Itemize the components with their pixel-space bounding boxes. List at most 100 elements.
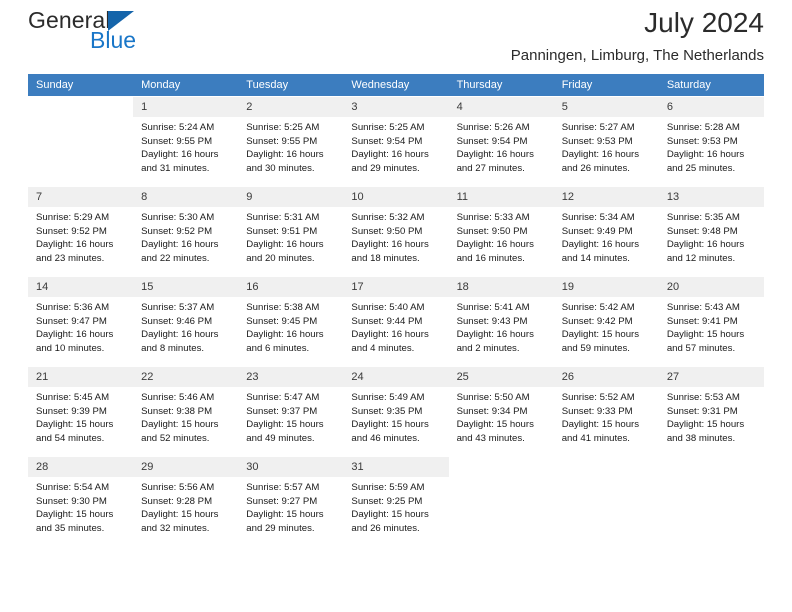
calendar-day-cell[interactable]: 24 Sunrise: 5:49 AM Sunset: 9:35 PM Dayligh… bbox=[343, 366, 449, 456]
calendar-day-cell[interactable]: 17 Sunrise: 5:40 AM Sunset: 9:44 PM Dayligh… bbox=[343, 276, 449, 366]
day-daylight-line: and 16 minutes. bbox=[456, 252, 525, 264]
day-sunrise-line: Sunrise: 5:40 AM bbox=[351, 302, 425, 313]
day-daylight-line: and 46 minutes. bbox=[351, 432, 420, 444]
calendar-day-cell[interactable]: 16 Sunrise: 5:38 AM Sunset: 9:45 PM Dayligh… bbox=[238, 276, 344, 366]
day-number: 12 bbox=[553, 187, 659, 207]
calendar-week-row: 1 Sunrise: 5:24 AM Sunset: 9:55 PM Daylight… bbox=[28, 96, 764, 186]
day-daylight-line: Daylight: 16 hours bbox=[351, 329, 429, 341]
day-daylight-line: Daylight: 16 hours bbox=[36, 239, 114, 251]
day-number: 27 bbox=[658, 367, 764, 387]
day-daylight-line: and 10 minutes. bbox=[36, 342, 105, 354]
day-sunset-line: Sunset: 9:39 PM bbox=[36, 405, 107, 417]
day-daylight-line: Daylight: 16 hours bbox=[561, 149, 640, 161]
day-cell-inner: 9 Sunrise: 5:31 AM Sunset: 9:51 PM Daylight… bbox=[238, 186, 344, 276]
calendar-day-cell[interactable]: 21 Sunrise: 5:45 AM Sunset: 9:39 PM Dayligh… bbox=[28, 366, 134, 456]
day-cell-details: Sunrise: 5:42 AM Sunset: 9:42 PM Daylight:… bbox=[554, 297, 659, 355]
day-daylight-line: Daylight: 15 hours bbox=[246, 419, 324, 431]
day-sunset-line: Sunset: 9:25 PM bbox=[351, 495, 423, 507]
day-number bbox=[449, 457, 554, 477]
calendar-day-cell[interactable]: 20 Sunrise: 5:43 AM Sunset: 9:41 PM Dayligh… bbox=[658, 276, 764, 366]
day-cell-details: Sunrise: 5:30 AM Sunset: 9:52 PM Daylight:… bbox=[133, 207, 238, 265]
day-cell-details: Sunrise: 5:57 AM Sunset: 9:27 PM Daylight:… bbox=[238, 477, 343, 535]
day-daylight-line: Daylight: 16 hours bbox=[351, 239, 429, 251]
calendar-day-cell[interactable]: 22 Sunrise: 5:46 AM Sunset: 9:38 PM Dayligh… bbox=[133, 366, 239, 456]
calendar-cell-empty bbox=[553, 456, 659, 546]
day-cell-details: Sunrise: 5:40 AM Sunset: 9:44 PM Daylight:… bbox=[343, 297, 448, 355]
day-cell-details: Sunrise: 5:24 AM Sunset: 9:55 PM Daylight:… bbox=[133, 117, 238, 175]
brand-logo[interactable]: General Blue bbox=[28, 0, 258, 52]
calendar-day-cell[interactable]: 28 Sunrise: 5:54 AM Sunset: 9:30 PM Dayligh… bbox=[28, 456, 134, 546]
day-number bbox=[554, 457, 659, 477]
day-daylight-line: Daylight: 15 hours bbox=[456, 419, 534, 431]
day-sunset-line: Sunset: 9:51 PM bbox=[246, 225, 318, 237]
day-daylight-line: Daylight: 16 hours bbox=[351, 149, 429, 161]
day-daylight-line: Daylight: 15 hours bbox=[141, 509, 219, 521]
day-cell-inner: 7 Sunrise: 5:29 AM Sunset: 9:52 PM Daylight… bbox=[28, 186, 134, 276]
day-cell-inner: 24 Sunrise: 5:49 AM Sunset: 9:35 PM Dayligh… bbox=[343, 366, 449, 456]
day-daylight-line: and 27 minutes. bbox=[456, 162, 525, 174]
day-daylight-line: Daylight: 15 hours bbox=[351, 509, 429, 521]
day-number: 30 bbox=[238, 457, 344, 477]
day-number: 10 bbox=[343, 187, 449, 207]
calendar-day-cell[interactable]: 29 Sunrise: 5:56 AM Sunset: 9:28 PM Dayligh… bbox=[133, 456, 239, 546]
calendar-day-cell[interactable]: 27 Sunrise: 5:53 AM Sunset: 9:31 PM Dayligh… bbox=[658, 366, 764, 456]
calendar-day-cell[interactable]: 6 Sunrise: 5:28 AM Sunset: 9:53 PM Daylight… bbox=[658, 96, 764, 186]
day-daylight-line: and 2 minutes. bbox=[456, 342, 520, 354]
calendar-day-cell[interactable]: 13 Sunrise: 5:35 AM Sunset: 9:48 PM Dayligh… bbox=[658, 186, 764, 276]
calendar-day-cell[interactable]: 4 Sunrise: 5:26 AM Sunset: 9:54 PM Daylight… bbox=[448, 96, 554, 186]
weekday-header-sunday: Sunday bbox=[28, 74, 134, 96]
weekday-header-tuesday: Tuesday bbox=[238, 74, 344, 96]
day-daylight-line: and 30 minutes. bbox=[246, 162, 315, 174]
day-daylight-line: and 59 minutes. bbox=[561, 342, 630, 354]
calendar-day-cell[interactable]: 31 Sunrise: 5:59 AM Sunset: 9:25 PM Dayligh… bbox=[343, 456, 449, 546]
day-sunrise-line: Sunrise: 5:33 AM bbox=[456, 212, 530, 223]
day-sunrise-line: Sunrise: 5:52 AM bbox=[561, 392, 635, 403]
day-sunset-line: Sunset: 9:54 PM bbox=[351, 135, 423, 147]
day-sunrise-line: Sunrise: 5:32 AM bbox=[351, 212, 425, 223]
day-cell-details: Sunrise: 5:28 AM Sunset: 9:53 PM Daylight:… bbox=[659, 117, 764, 175]
day-cell-details: Sunrise: 5:27 AM Sunset: 9:53 PM Daylight:… bbox=[554, 117, 659, 175]
day-sunrise-line: Sunrise: 5:57 AM bbox=[246, 482, 320, 493]
day-daylight-line: Daylight: 15 hours bbox=[561, 419, 640, 431]
calendar-day-cell[interactable]: 9 Sunrise: 5:31 AM Sunset: 9:51 PM Daylight… bbox=[238, 186, 344, 276]
page-title: July 2024 bbox=[644, 7, 764, 38]
day-sunset-line: Sunset: 9:55 PM bbox=[141, 135, 213, 147]
day-sunset-line: Sunset: 9:53 PM bbox=[561, 135, 633, 147]
calendar-day-cell[interactable]: 23 Sunrise: 5:47 AM Sunset: 9:37 PM Dayligh… bbox=[238, 366, 344, 456]
day-sunrise-line: Sunrise: 5:24 AM bbox=[141, 122, 215, 133]
day-number: 24 bbox=[343, 367, 449, 387]
day-cell-details: Sunrise: 5:43 AM Sunset: 9:41 PM Daylight:… bbox=[659, 297, 764, 355]
calendar-day-cell[interactable]: 18 Sunrise: 5:41 AM Sunset: 9:43 PM Dayligh… bbox=[448, 276, 554, 366]
calendar-day-cell[interactable]: 3 Sunrise: 5:25 AM Sunset: 9:54 PM Daylight… bbox=[343, 96, 449, 186]
calendar-day-cell[interactable]: 11 Sunrise: 5:33 AM Sunset: 9:50 PM Dayligh… bbox=[448, 186, 554, 276]
day-number: 3 bbox=[343, 97, 449, 117]
day-cell-details: Sunrise: 5:41 AM Sunset: 9:43 PM Daylight:… bbox=[449, 297, 554, 355]
calendar-day-cell[interactable]: 14 Sunrise: 5:36 AM Sunset: 9:47 PM Dayligh… bbox=[28, 276, 134, 366]
day-cell-inner: 30 Sunrise: 5:57 AM Sunset: 9:27 PM Dayligh… bbox=[238, 456, 344, 546]
weekday-header-thursday: Thursday bbox=[448, 74, 554, 96]
calendar-day-cell[interactable]: 30 Sunrise: 5:57 AM Sunset: 9:27 PM Dayligh… bbox=[238, 456, 344, 546]
calendar-body: 1 Sunrise: 5:24 AM Sunset: 9:55 PM Daylight… bbox=[28, 96, 764, 546]
day-cell-inner: 12 Sunrise: 5:34 AM Sunset: 9:49 PM Dayligh… bbox=[553, 186, 659, 276]
calendar-day-cell[interactable]: 1 Sunrise: 5:24 AM Sunset: 9:55 PM Daylight… bbox=[133, 96, 239, 186]
calendar-day-cell[interactable]: 26 Sunrise: 5:52 AM Sunset: 9:33 PM Dayligh… bbox=[553, 366, 659, 456]
calendar-day-cell[interactable]: 7 Sunrise: 5:29 AM Sunset: 9:52 PM Daylight… bbox=[28, 186, 134, 276]
calendar-day-cell[interactable]: 5 Sunrise: 5:27 AM Sunset: 9:53 PM Daylight… bbox=[553, 96, 659, 186]
calendar-day-cell[interactable]: 8 Sunrise: 5:30 AM Sunset: 9:52 PM Daylight… bbox=[133, 186, 239, 276]
day-sunrise-line: Sunrise: 5:38 AM bbox=[246, 302, 320, 313]
day-daylight-line: and 8 minutes. bbox=[141, 342, 205, 354]
calendar-day-cell[interactable]: 2 Sunrise: 5:25 AM Sunset: 9:55 PM Daylight… bbox=[238, 96, 344, 186]
day-number: 15 bbox=[133, 277, 239, 297]
calendar-day-cell[interactable]: 25 Sunrise: 5:50 AM Sunset: 9:34 PM Dayligh… bbox=[448, 366, 554, 456]
day-daylight-line: and 26 minutes. bbox=[351, 522, 420, 534]
day-daylight-line: and 29 minutes. bbox=[351, 162, 420, 174]
calendar-day-cell[interactable]: 19 Sunrise: 5:42 AM Sunset: 9:42 PM Dayligh… bbox=[553, 276, 659, 366]
calendar-day-cell[interactable]: 15 Sunrise: 5:37 AM Sunset: 9:46 PM Dayligh… bbox=[133, 276, 239, 366]
day-sunrise-line: Sunrise: 5:46 AM bbox=[141, 392, 215, 403]
day-cell-details: Sunrise: 5:25 AM Sunset: 9:55 PM Daylight:… bbox=[238, 117, 343, 175]
calendar-day-cell[interactable]: 10 Sunrise: 5:32 AM Sunset: 9:50 PM Dayligh… bbox=[343, 186, 449, 276]
day-number: 4 bbox=[448, 97, 554, 117]
calendar-day-cell[interactable]: 12 Sunrise: 5:34 AM Sunset: 9:49 PM Dayligh… bbox=[553, 186, 659, 276]
day-sunrise-line: Sunrise: 5:43 AM bbox=[666, 302, 740, 313]
day-number: 2 bbox=[238, 97, 344, 117]
